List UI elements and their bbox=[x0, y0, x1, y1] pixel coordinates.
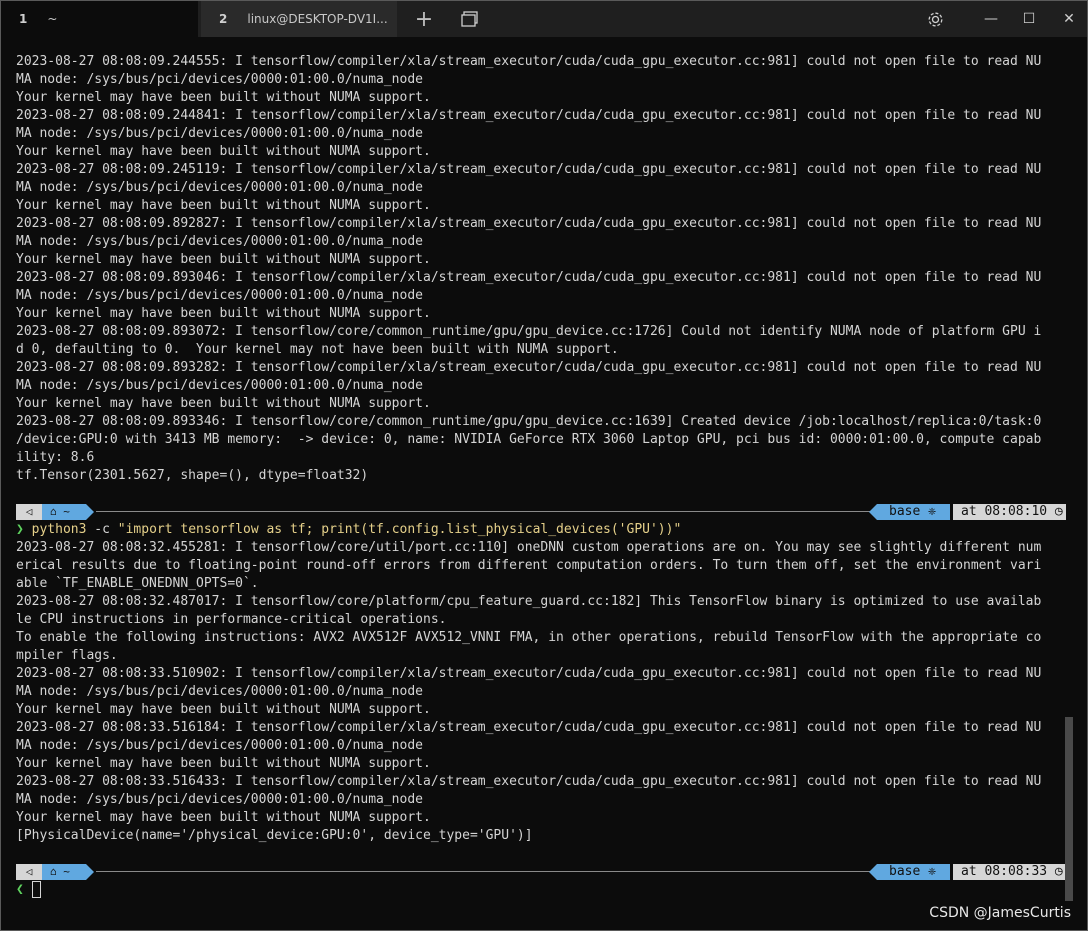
output-line: erical results due to floating-point rou… bbox=[16, 558, 1042, 573]
prompt-separator bbox=[96, 871, 871, 872]
scrollbar[interactable] bbox=[1065, 717, 1073, 901]
output-line: [PhysicalDevice(name='/physical_device:G… bbox=[16, 828, 533, 843]
output-line: 2023-08-27 08:08:09.245119: I tensorflow… bbox=[16, 162, 1042, 177]
maximize-button[interactable]: ☐ bbox=[1011, 1, 1047, 37]
output-line: 2023-08-27 08:08:09.244555: I tensorflow… bbox=[16, 54, 1042, 69]
output-line: le CPU instructions in performance-criti… bbox=[16, 612, 447, 627]
output-line: Your kernel may have been built without … bbox=[16, 702, 431, 717]
prompt-arrow: ❯ bbox=[16, 522, 24, 537]
output-block-1: 2023-08-27 08:08:09.244555: I tensorflow… bbox=[16, 53, 1066, 485]
text-cursor bbox=[31, 881, 41, 898]
time-segment: at 08:08:33 ◷ bbox=[953, 864, 1066, 880]
os-icon: ◁ bbox=[16, 504, 42, 520]
output-line: Your kernel may have been built without … bbox=[16, 810, 431, 825]
output-line: Your kernel may have been built without … bbox=[16, 90, 431, 105]
output-line: MA node: /sys/bus/pci/devices/0000:01:00… bbox=[16, 378, 423, 393]
output-line: MA node: /sys/bus/pci/devices/0000:01:00… bbox=[16, 234, 423, 249]
output-line: Your kernel may have been built without … bbox=[16, 306, 431, 321]
title-bar: 1 ~ 2 linux@DESKTOP-DV1I... + — ☐ ✕ bbox=[1, 1, 1087, 37]
tab-1[interactable]: 1 ~ bbox=[1, 1, 198, 37]
close-button[interactable]: ✕ bbox=[1051, 1, 1087, 37]
output-line: 2023-08-27 08:08:09.893046: I tensorflow… bbox=[16, 270, 1042, 285]
tab-title: ~ bbox=[47, 12, 58, 26]
minimize-button[interactable]: — bbox=[973, 1, 1009, 37]
output-line: able `TF_ENABLE_ONEDNN_OPTS=0`. bbox=[16, 576, 259, 591]
output-line: MA node: /sys/bus/pci/devices/0000:01:00… bbox=[16, 72, 423, 87]
active-prompt[interactable]: ❮ bbox=[16, 881, 1066, 899]
output-line: 2023-08-27 08:08:09.893346: I tensorflow… bbox=[16, 414, 1042, 429]
output-line: Your kernel may have been built without … bbox=[16, 198, 431, 213]
output-line: Your kernel may have been built without … bbox=[16, 756, 431, 771]
output-line: mpiler flags. bbox=[16, 648, 118, 663]
output-line: 2023-08-27 08:08:32.487017: I tensorflow… bbox=[16, 594, 1042, 609]
output-line: Your kernel may have been built without … bbox=[16, 144, 431, 159]
os-icon: ◁ bbox=[16, 864, 42, 880]
output-line: MA node: /sys/bus/pci/devices/0000:01:00… bbox=[16, 792, 423, 807]
output-line: MA node: /sys/bus/pci/devices/0000:01:00… bbox=[16, 126, 423, 141]
tab-number: 2 bbox=[219, 12, 228, 26]
command-line: ❯ python3 -c "import tensorflow as tf; p… bbox=[16, 521, 1066, 539]
output-line: ility: 8.6 bbox=[16, 450, 95, 465]
gear-icon[interactable] bbox=[919, 1, 951, 37]
conda-env-segment: base ❈ bbox=[869, 864, 950, 880]
prompt-arrow: ❮ bbox=[16, 882, 24, 897]
output-line: Your kernel may have been built without … bbox=[16, 252, 431, 267]
terminal-output[interactable]: 2023-08-27 08:08:09.244555: I tensorflow… bbox=[16, 53, 1066, 899]
output-line: MA node: /sys/bus/pci/devices/0000:01:00… bbox=[16, 180, 423, 195]
terminal-window: 1 ~ 2 linux@DESKTOP-DV1I... + — ☐ ✕ 2023… bbox=[0, 0, 1088, 931]
output-line: 2023-08-27 08:08:32.455281: I tensorflow… bbox=[16, 540, 1042, 555]
output-line: d 0, defaulting to 0. Your kernel may no… bbox=[16, 342, 619, 357]
new-tab-button[interactable]: + bbox=[409, 1, 439, 37]
home-dir-segment: ⌂ ~ bbox=[42, 504, 94, 520]
output-line: To enable the following instructions: AV… bbox=[16, 630, 1042, 645]
output-line: 2023-08-27 08:08:09.244841: I tensorflow… bbox=[16, 108, 1042, 123]
conda-env-segment: base ❈ bbox=[869, 504, 950, 520]
command-argument: "import tensorflow as tf; print(tf.confi… bbox=[117, 522, 682, 537]
tab-number: 1 bbox=[19, 12, 28, 26]
output-line: MA node: /sys/bus/pci/devices/0000:01:00… bbox=[16, 738, 423, 753]
watermark: CSDN @JamesCurtis bbox=[929, 905, 1071, 921]
output-line: 2023-08-27 08:08:09.892827: I tensorflow… bbox=[16, 216, 1042, 231]
output-line: /device:GPU:0 with 3413 MB memory: -> de… bbox=[16, 432, 1042, 447]
output-line: 2023-08-27 08:08:33.510902: I tensorflow… bbox=[16, 666, 1042, 681]
output-line: Your kernel may have been built without … bbox=[16, 396, 431, 411]
prompt-bar-1: ◁ ⌂ ~ base ❈ at 08:08:10 ◷ bbox=[16, 503, 1066, 521]
command-program: python3 bbox=[31, 522, 87, 537]
prompt-separator bbox=[96, 511, 871, 512]
prompt-bar-2: ◁ ⌂ ~ base ❈ at 08:08:33 ◷ bbox=[16, 863, 1066, 881]
panes-icon[interactable] bbox=[455, 1, 485, 37]
command-flag: -c bbox=[86, 522, 118, 537]
tab-2[interactable]: 2 linux@DESKTOP-DV1I... bbox=[201, 1, 397, 37]
output-line: tf.Tensor(2301.5627, shape=(), dtype=flo… bbox=[16, 468, 369, 483]
home-dir-segment: ⌂ ~ bbox=[42, 864, 94, 880]
tab-title: linux@DESKTOP-DV1I... bbox=[247, 12, 388, 26]
time-segment: at 08:08:10 ◷ bbox=[953, 504, 1066, 520]
output-line: MA node: /sys/bus/pci/devices/0000:01:00… bbox=[16, 684, 423, 699]
output-line: 2023-08-27 08:08:33.516184: I tensorflow… bbox=[16, 720, 1042, 735]
output-line: 2023-08-27 08:08:09.893072: I tensorflow… bbox=[16, 324, 1042, 339]
output-line: 2023-08-27 08:08:33.516433: I tensorflow… bbox=[16, 774, 1042, 789]
output-line: MA node: /sys/bus/pci/devices/0000:01:00… bbox=[16, 288, 423, 303]
output-block-2: 2023-08-27 08:08:32.455281: I tensorflow… bbox=[16, 539, 1066, 845]
output-line: 2023-08-27 08:08:09.893282: I tensorflow… bbox=[16, 360, 1042, 375]
